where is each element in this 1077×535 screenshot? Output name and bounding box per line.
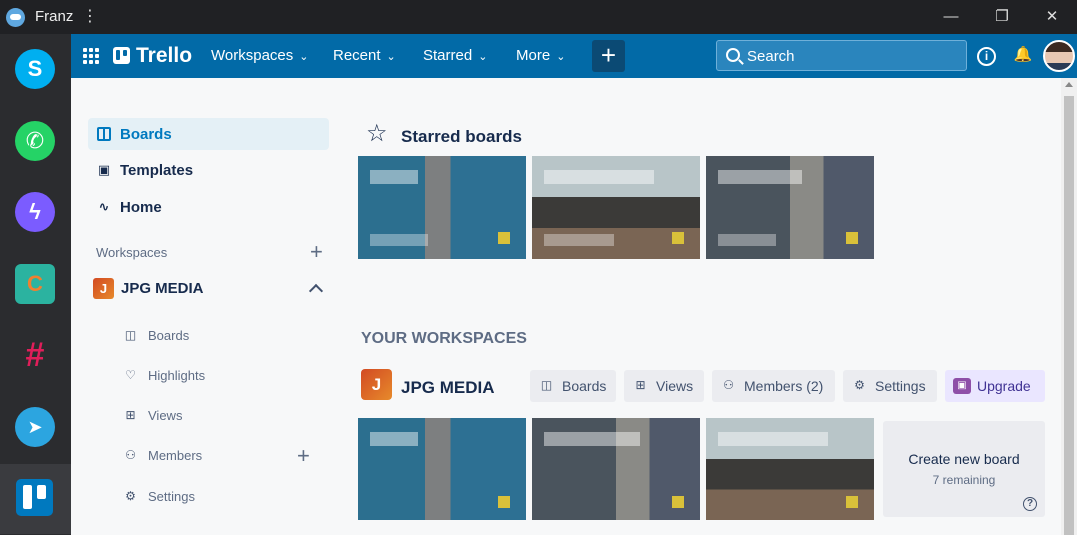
close-button[interactable]: ✕ [1029,4,1075,32]
maximize-button[interactable]: ❐ [979,4,1025,32]
workspaces-heading: Workspaces [96,245,168,260]
chevron-up-icon[interactable] [308,283,324,299]
workspace-name: JPG MEDIA [401,378,495,397]
workspace-badge: J [93,278,114,299]
starred-board-tile[interactable] [532,156,700,259]
nav-more[interactable]: More ⌄ [516,47,565,64]
franz-logo-icon [6,8,25,27]
scroll-up-icon[interactable] [1065,82,1073,87]
pulse-icon: ∿ [98,199,110,214]
upgrade-button[interactable]: ▣ Upgrade [945,370,1045,402]
workspace-settings-button[interactable]: ⚙ Settings [843,370,937,402]
telegram-icon[interactable]: ➤ [15,407,55,447]
workspace-board-tile[interactable] [706,418,874,520]
scrollbar-thumb[interactable] [1064,96,1074,535]
trello-app: Trello Workspaces ⌄ Recent ⌄ Starred ⌄ More… [71,34,1077,535]
whatsapp-icon[interactable]: ✆ [15,121,55,161]
add-member-icon[interactable]: + [297,445,310,467]
sidebar-item-templates[interactable]: ▣ Templates [88,154,329,186]
trello-logo-icon [113,47,130,64]
nav-workspaces[interactable]: Workspaces ⌄ [211,47,308,64]
create-button[interactable]: + [592,40,625,72]
board-star-icon [672,496,684,508]
slack-icon[interactable]: # [15,335,55,375]
board-star-icon [498,232,510,244]
search-input[interactable]: Search [716,40,967,71]
grid-icon: ⊞ [125,408,136,422]
gear-icon: ⚙ [854,378,865,392]
avatar[interactable] [1043,40,1075,72]
app-switcher-icon[interactable] [83,48,99,64]
info-icon[interactable]: i [977,47,996,66]
minimize-button[interactable]: — [928,4,974,32]
help-icon[interactable]: ? [1023,497,1037,511]
members-icon: ⚇ [125,448,136,462]
sidebar-item-home[interactable]: ∿ Home [88,191,329,223]
board-star-icon [672,232,684,244]
board-icon: ◫ [124,328,137,342]
trello-icon [16,479,53,516]
board-star-icon [846,496,858,508]
bell-icon[interactable]: 🔔 [1012,45,1034,67]
board-star-icon [846,232,858,244]
starred-board-tile[interactable] [706,156,874,259]
starred-boards-title: Starred boards [401,127,522,146]
add-workspace-icon[interactable]: + [310,241,323,263]
create-new-board-tile[interactable]: Create new board 7 remaining ? [883,421,1045,517]
skype-icon[interactable]: S [15,49,55,89]
sidebar-item-boards[interactable]: Boards [88,118,329,150]
board-icon [97,127,111,141]
nav-starred[interactable]: Starred ⌄ [423,47,487,64]
board-icon: ◫ [540,378,553,392]
service-dock: S ✆ ϟ C # ➤ [0,34,71,535]
app-title: Franz [35,8,74,25]
heart-icon: ♡ [125,368,136,382]
chevron-down-icon: ⌄ [299,51,309,63]
franz-titlebar: Franz ⋮ — ❐ ✕ [0,0,1077,34]
starred-board-tile[interactable] [358,156,526,259]
messenger-icon[interactable]: ϟ [15,192,55,232]
chevron-down-icon: ⌄ [386,51,396,63]
workspace-board-tile[interactable] [532,418,700,520]
trello-service-tab[interactable] [0,464,71,534]
workspace-boards-button[interactable]: ◫ Boards [530,370,616,402]
members-icon: ⚇ [723,378,734,392]
custom-service-icon[interactable]: C [15,264,55,304]
workspace-board-tile[interactable] [358,418,526,520]
trello-logo[interactable]: Trello [113,44,192,68]
grid-icon: ⊞ [635,378,646,392]
workspace-name: JPG MEDIA [121,280,204,297]
your-workspaces-title: YOUR WORKSPACES [361,330,527,347]
nav-recent[interactable]: Recent ⌄ [333,47,396,64]
template-icon: ▣ [97,162,111,177]
trello-header: Trello Workspaces ⌄ Recent ⌄ Starred ⌄ More… [71,34,1077,78]
workspace-views-button[interactable]: ⊞ Views [624,370,704,402]
franz-menu-icon[interactable]: ⋮ [82,6,98,26]
scrollbar[interactable] [1061,78,1077,535]
gear-icon: ⚙ [125,489,136,503]
search-icon [726,48,740,62]
board-star-icon [498,496,510,508]
upgrade-icon: ▣ [953,378,971,394]
star-icon: ☆ [366,120,388,147]
workspace-members-button[interactable]: ⚇ Members (2) [712,370,835,402]
chevron-down-icon: ⌄ [478,51,488,63]
workspace-badge: J [361,369,392,400]
chevron-down-icon: ⌄ [556,51,566,63]
